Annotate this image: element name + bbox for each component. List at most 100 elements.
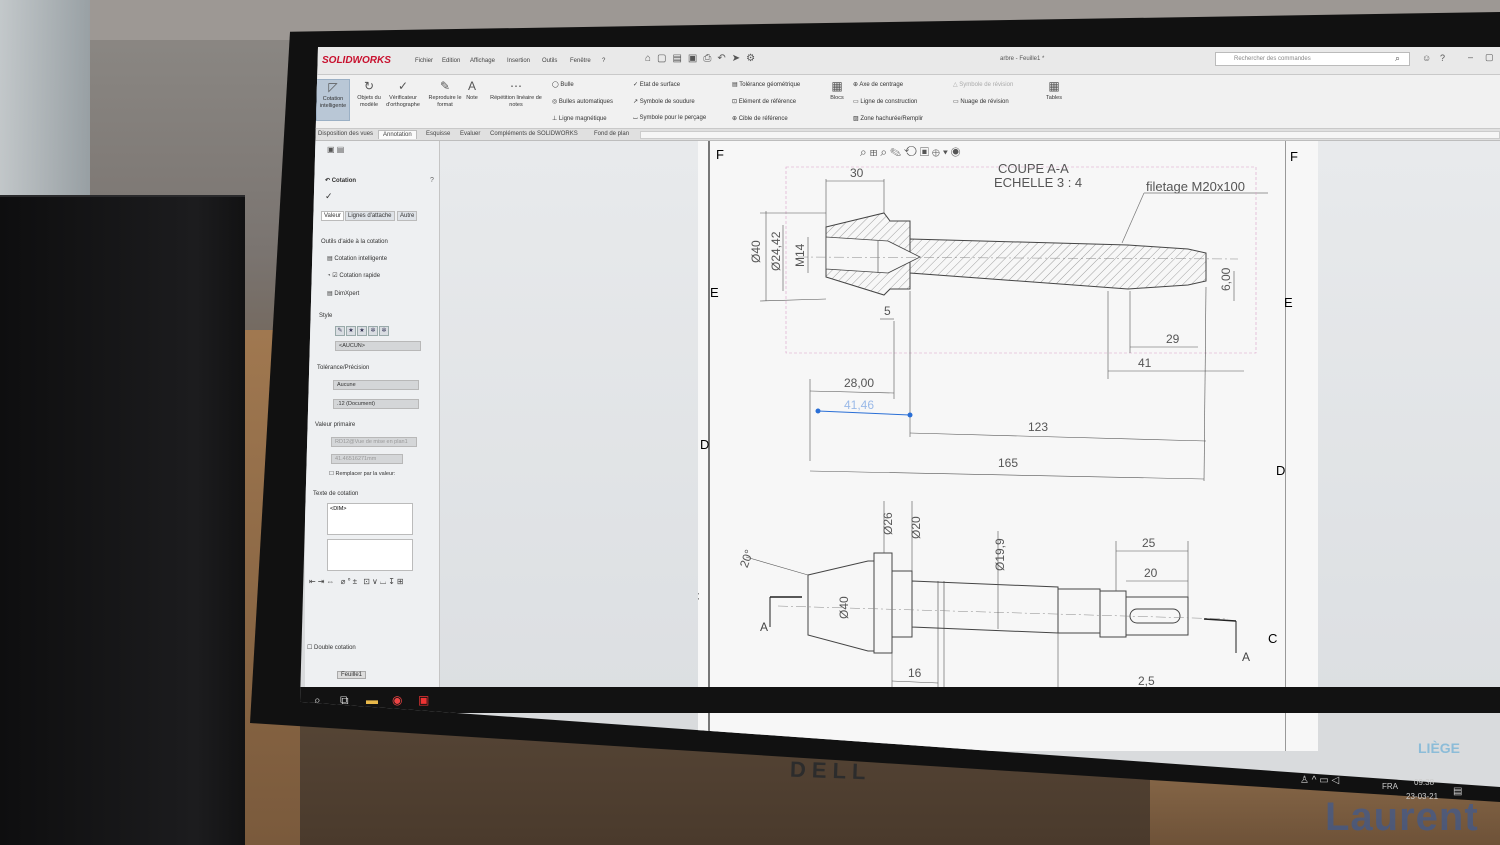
help-icon[interactable]: ? bbox=[1440, 53, 1445, 63]
tool-quick-dimension[interactable]: ◔ ☑ Cotation rapide bbox=[327, 272, 380, 279]
menu-affichage[interactable]: Affichage bbox=[470, 58, 495, 64]
tolerance-select[interactable]: Aucune bbox=[333, 380, 419, 390]
star-icon[interactable]: ★ bbox=[346, 326, 356, 336]
dimension-label[interactable]: Ø19,9 bbox=[993, 538, 1007, 571]
surface-finish-button[interactable]: ✓ Etat de surface bbox=[633, 81, 680, 88]
format-painter-button[interactable]: ✎ Reproduire le format bbox=[428, 79, 462, 109]
dimension-label[interactable]: 123 bbox=[1028, 420, 1048, 434]
balloon-button[interactable]: ◯ Bulle bbox=[552, 81, 574, 88]
dimension-text-below[interactable] bbox=[327, 539, 413, 571]
spell-check-button[interactable]: ✓ Vérificateur d'orthographe bbox=[386, 79, 420, 109]
centerline-button[interactable]: ⊕ Axe de centrage bbox=[853, 81, 903, 88]
language-indicator[interactable]: FRA bbox=[1382, 782, 1398, 791]
menu-outils[interactable]: Outils bbox=[542, 58, 557, 64]
precision-select[interactable]: .12 (Document) bbox=[333, 399, 419, 409]
tray-icons[interactable]: ♙ ^ ▭ ◁ bbox=[1300, 775, 1339, 786]
menu-fenetre[interactable]: Fenêtre bbox=[570, 58, 591, 64]
style-select[interactable]: <AUCUN> bbox=[335, 341, 421, 351]
tool-dimxpert[interactable]: ▤ DimXpert bbox=[327, 290, 359, 297]
subtab-value[interactable]: Valeur bbox=[321, 211, 344, 221]
search-input[interactable]: Rechercher des commandes bbox=[1215, 52, 1410, 66]
help-icon[interactable]: ? bbox=[430, 177, 434, 184]
dimension-label[interactable]: Ø40 bbox=[749, 240, 763, 263]
style-icon[interactable]: ✲ bbox=[379, 326, 389, 336]
magnetic-line-button[interactable]: ⊥ Ligne magnétique bbox=[552, 115, 607, 122]
blocks-button[interactable]: ▦ Blocs bbox=[826, 79, 848, 102]
selected-dimension-label[interactable]: 41,46 bbox=[844, 398, 874, 412]
clock-time[interactable]: 09:38 bbox=[1414, 778, 1434, 787]
dimension-label[interactable]: Ø24,42 bbox=[769, 231, 783, 271]
geometric-tolerance-button[interactable]: ▤ Tolérance géométrique bbox=[732, 81, 800, 88]
revision-symbol-button[interactable]: △ Symbole de révision bbox=[953, 81, 1013, 88]
section-view[interactable] bbox=[797, 212, 1239, 296]
dimension-label[interactable]: M14 bbox=[793, 243, 807, 267]
subtab-other[interactable]: Autre bbox=[397, 211, 418, 221]
primary-value-reference[interactable]: RD12@Vue de mise en plan1 bbox=[331, 437, 417, 447]
note-button[interactable]: A Note bbox=[462, 79, 482, 102]
weld-symbol-button[interactable]: ↗ Symbole de soudure bbox=[633, 98, 695, 105]
section-tolerance[interactable]: Tolérance/Précision bbox=[317, 365, 369, 371]
dimension-label[interactable]: 20° bbox=[737, 548, 756, 570]
datum-feature-button[interactable]: ⊡ Elément de référence bbox=[732, 98, 796, 105]
menu-fichier[interactable]: Fichier bbox=[415, 58, 433, 64]
auto-balloon-button[interactable]: ◎ Bulles automatiques bbox=[552, 98, 613, 105]
dimension-label[interactable]: 41 bbox=[1138, 356, 1152, 370]
dimension-label[interactable]: 20 bbox=[1144, 566, 1158, 580]
section-dimension-assist[interactable]: Outils d'aide à la cotation bbox=[321, 239, 388, 245]
override-value-checkbox[interactable]: ☐ Remplacer par la valeur: bbox=[329, 471, 395, 477]
model-items-button[interactable]: ↻ Objets du modèle bbox=[352, 79, 386, 109]
tab-addins[interactable]: Compléments de SOLIDWORKS bbox=[486, 130, 582, 138]
smart-dimension-button[interactable]: ◸ Cotation intelligente bbox=[316, 79, 350, 121]
datum-target-button[interactable]: ⊕ Cible de référence bbox=[732, 115, 788, 122]
section-style[interactable]: Style bbox=[319, 313, 332, 319]
quick-access-toolbar[interactable]: ⌂▢▤▣⎙↶➤⚙ bbox=[645, 53, 761, 64]
dimension-label[interactable]: 6,00 bbox=[1219, 267, 1233, 291]
sheet-tab[interactable]: Feuille1 bbox=[337, 671, 367, 679]
revision-cloud-button[interactable]: ▭ Nuage de révision bbox=[953, 98, 1009, 105]
tab-view-layout[interactable]: Disposition des vues bbox=[314, 130, 377, 138]
tab-annotation[interactable]: Annotation bbox=[378, 130, 417, 139]
style-icon[interactable]: ✲ bbox=[368, 326, 378, 336]
primary-value-input[interactable]: 41.46516271mm bbox=[331, 454, 403, 464]
solidworks-taskbar-icon[interactable]: ▣ bbox=[418, 693, 429, 707]
maximize-icon[interactable]: ▢ bbox=[1485, 52, 1494, 63]
dimension-label[interactable]: Ø40 bbox=[837, 596, 851, 619]
star-icon[interactable]: ★ bbox=[357, 326, 367, 336]
section-dimension-text[interactable]: Texte de cotation bbox=[313, 491, 358, 497]
dimension-label[interactable]: 30 bbox=[850, 166, 864, 180]
selected-dimension-handle[interactable] bbox=[815, 408, 821, 414]
dimension-label[interactable]: 2,5 bbox=[1138, 674, 1155, 688]
selected-dimension-handle[interactable] bbox=[907, 412, 913, 418]
dimension-text-input[interactable]: <DIM> bbox=[327, 503, 413, 535]
dimension-label[interactable]: 29 bbox=[1166, 332, 1180, 346]
menu-edition[interactable]: Edition bbox=[442, 58, 460, 64]
dimension-label[interactable]: 25 bbox=[1142, 536, 1156, 550]
dimension-label[interactable]: 28,00 bbox=[844, 376, 874, 390]
feature-manager-tab-icon[interactable]: ▣ ▤ bbox=[327, 145, 344, 154]
dual-dimension-checkbox[interactable]: ☐ Double cotation bbox=[307, 644, 356, 651]
section-primary-value[interactable]: Valeur primaire bbox=[315, 422, 355, 428]
hole-callout-button[interactable]: ⌴ Symbole pour le perçage bbox=[633, 115, 706, 122]
hatch-fill-button[interactable]: ▨ Zone hachurée/Remplir bbox=[853, 115, 923, 122]
tab-evaluate[interactable]: Evaluer bbox=[456, 130, 484, 138]
dimension-label[interactable]: 165 bbox=[998, 456, 1018, 470]
construction-line-button[interactable]: ▭ Ligne de construction bbox=[853, 98, 917, 105]
dimension-label[interactable]: 16 bbox=[908, 666, 922, 680]
ok-check-icon[interactable]: ✓ bbox=[325, 191, 333, 202]
tables-button[interactable]: ▦ Tables bbox=[1042, 79, 1066, 102]
menu-help[interactable]: ? bbox=[602, 58, 605, 64]
tab-sketch[interactable]: Esquisse bbox=[422, 130, 454, 138]
tool-smart-dimension[interactable]: ▤ Cotation intelligente bbox=[327, 255, 387, 262]
file-explorer-icon[interactable]: ▬ bbox=[366, 693, 378, 707]
chrome-icon[interactable]: ◉ bbox=[392, 693, 402, 707]
linear-note-pattern-button[interactable]: ⋯ Répétition linéaire de notes bbox=[488, 79, 544, 109]
dimension-label[interactable]: Ø20 bbox=[909, 516, 923, 539]
text-format-toolbar[interactable]: ⇤⇥⇔ ⌀°± ⊡∨⌴↧⊞ bbox=[309, 577, 406, 587]
search-icon[interactable]: ⌕ bbox=[1395, 53, 1400, 64]
menu-insertion[interactable]: Insertion bbox=[507, 58, 530, 64]
user-icon[interactable]: ☺ bbox=[1422, 53, 1431, 63]
minimize-icon[interactable]: – bbox=[1468, 52, 1473, 62]
style-buttons[interactable]: ✎ ★ ★ ✲ ✲ bbox=[335, 326, 389, 336]
tab-sheet-format[interactable]: Fond de plan bbox=[590, 130, 633, 138]
style-icon[interactable]: ✎ bbox=[335, 326, 345, 336]
